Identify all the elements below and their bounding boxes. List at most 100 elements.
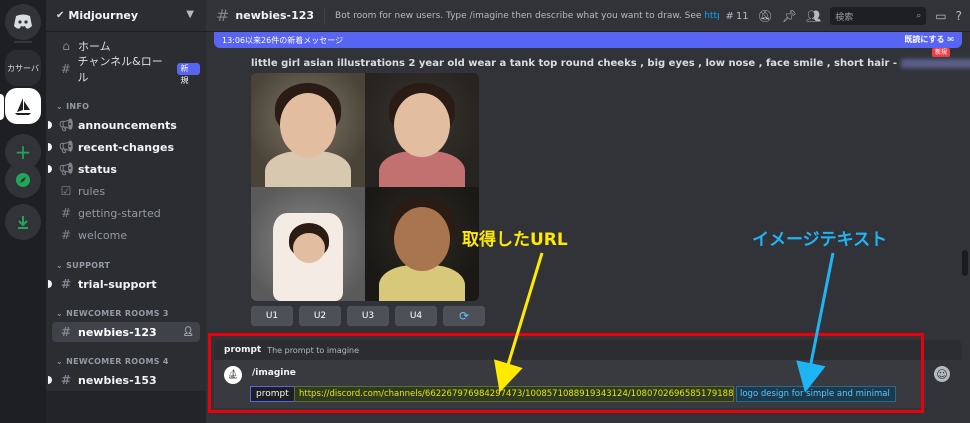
- rail-separator: [14, 41, 32, 43]
- channel-title: newbies-123: [235, 9, 315, 22]
- sidebar-item-label: trial-support: [78, 277, 157, 291]
- category-label: NEWCOMER ROOMS 4: [66, 357, 169, 366]
- new-badge: 新規: [176, 63, 200, 85]
- category-label: NEWCOMER ROOMS 3: [66, 309, 169, 318]
- scrollbar-thumb[interactable]: [962, 250, 968, 276]
- unread-indicator: [48, 280, 52, 288]
- megaphone-icon: 📢︎: [58, 140, 74, 154]
- sidebar-item-status[interactable]: 📢︎ status: [48, 159, 200, 179]
- unread-indicator: [48, 376, 52, 384]
- sidebar-item-label: チャンネル&ロール: [77, 55, 163, 84]
- chevron-down-icon: ▼: [186, 9, 194, 20]
- reroll-refresh-icon[interactable]: ⟳: [443, 306, 485, 326]
- sidebar-item-trial-support[interactable]: # trial-support: [48, 274, 200, 294]
- generated-image-1[interactable]: [251, 73, 365, 187]
- mark-as-read-button[interactable]: 既読にする ✉︎: [904, 34, 954, 45]
- sidebar-item-label: ホーム: [78, 40, 111, 53]
- search-icon: ⌕: [916, 11, 922, 21]
- sidebar-item-label: announcements: [78, 118, 177, 132]
- channel-topic[interactable]: Bot room for new users. Type /imagine th…: [335, 11, 719, 21]
- hash-icon: #: [60, 373, 72, 387]
- threads-icon: #: [725, 10, 734, 22]
- generated-image-2[interactable]: [365, 73, 479, 187]
- sidebar-item-announcements[interactable]: 📢︎ announcements: [48, 115, 200, 135]
- emoji-picker-icon[interactable]: ☺: [934, 366, 950, 382]
- threads-button[interactable]: #11: [725, 11, 748, 22]
- discord-home-icon[interactable]: [5, 4, 41, 40]
- sidebar-item-label: recent-changes: [78, 140, 175, 154]
- home-icon: ⌂: [62, 39, 70, 53]
- unread-indicator: [48, 121, 52, 129]
- sidebar-item-getting-started[interactable]: # getting-started: [52, 203, 200, 223]
- new-messages-text: 13:06以来26件の新着メッセージ: [222, 35, 344, 45]
- header-toolbar: #11 🔕︎ 📌︎ 👥︎ 検索 ⌕ ▭ ?: [725, 0, 962, 32]
- add-member-icon[interactable]: 👤︎: [183, 327, 194, 337]
- midjourney-server-icon[interactable]: [5, 88, 41, 124]
- header-divider: [324, 6, 326, 25]
- hash-icon: #: [60, 206, 72, 220]
- category-label: SUPPORT: [66, 261, 111, 270]
- upscale-buttons: U1 U2 U3 U4 ⟳: [251, 306, 485, 326]
- sidebar-item-label: getting-started: [78, 206, 161, 220]
- server-icon-text[interactable]: カサーバ: [5, 50, 41, 86]
- member-list-icon[interactable]: 👥︎: [806, 9, 821, 23]
- megaphone-icon: 📢︎: [58, 118, 74, 132]
- image-grid[interactable]: [251, 73, 479, 301]
- guild-name: Midjourney: [68, 9, 139, 22]
- sidebar-item-welcome[interactable]: # welcome: [52, 225, 200, 245]
- explore-compass-icon[interactable]: [5, 162, 41, 198]
- hash-icon: #: [60, 325, 72, 339]
- upscale-button-2[interactable]: U2: [299, 306, 341, 326]
- download-icon[interactable]: [5, 204, 41, 240]
- category-label: INFO: [66, 102, 90, 111]
- server-icon-label: カサーバ: [7, 63, 39, 73]
- search-input[interactable]: 検索 ⌕: [830, 7, 927, 25]
- generated-image-3[interactable]: [251, 187, 365, 301]
- sidebar-item-label: newbies-153: [78, 373, 157, 387]
- channel-header: # newbies-123 Bot room for new users. Ty…: [206, 0, 970, 32]
- hash-icon: #: [216, 6, 230, 25]
- sidebar-item-label: newbies-123: [78, 325, 157, 339]
- unread-indicator: [48, 165, 52, 173]
- mute-bell-icon[interactable]: 🔕︎: [758, 9, 773, 23]
- sidebar-item-label: rules: [78, 184, 106, 198]
- pin-icon[interactable]: 📌︎: [782, 9, 797, 23]
- hash-icon: #: [60, 228, 72, 242]
- annotation-text-label: イメージテキスト: [752, 230, 888, 250]
- new-divider-tag: 新規: [931, 48, 950, 57]
- new-messages-bar[interactable]: 13:06以来26件の新着メッセージ 既読にする ✉︎: [214, 32, 962, 48]
- category-support[interactable]: ⌄ SUPPORT: [56, 261, 110, 270]
- message-prompt-text: little girl asian illustrations 2 year o…: [251, 58, 970, 69]
- highlight-box: [208, 333, 924, 413]
- annotation-url-label: 取得したURL: [462, 230, 568, 250]
- category-info[interactable]: ⌄ INFO: [56, 102, 89, 111]
- inbox-icon[interactable]: ▭: [935, 9, 946, 23]
- upscale-button-1[interactable]: U1: [251, 306, 293, 326]
- help-icon[interactable]: ?: [956, 9, 962, 23]
- user-panel: [46, 391, 206, 423]
- upscale-button-3[interactable]: U3: [347, 306, 389, 326]
- sidebar-item-newbies-153[interactable]: # newbies-153: [48, 370, 200, 390]
- channel-sidebar: ✔ Midjourney ▼ ⌂ ホーム # チャンネル&ロール 新規 ⌄ IN…: [46, 0, 206, 423]
- upscale-button-4[interactable]: U4: [395, 306, 437, 326]
- search-placeholder: 検索: [835, 12, 854, 23]
- threads-count: 11: [735, 10, 749, 22]
- sidebar-item-rules[interactable]: ☑ rules: [52, 181, 200, 201]
- topic-text: Bot room for new users. Type /imagine th…: [335, 10, 705, 21]
- category-newcomer-rooms-4[interactable]: ⌄ NEWCOMER ROOMS 4: [56, 357, 169, 366]
- sidebar-item-channels-roles[interactable]: # チャンネル&ロール 新規: [52, 55, 200, 85]
- megaphone-icon: 📢︎: [58, 162, 74, 176]
- sidebar-item-label: welcome: [78, 228, 128, 242]
- verified-check-icon: ✔: [56, 10, 65, 21]
- channels-roles-icon: #: [60, 62, 71, 76]
- active-server-pill: [0, 94, 4, 120]
- guild-header[interactable]: ✔ Midjourney ▼: [46, 0, 206, 32]
- sidebar-item-label: status: [78, 162, 117, 176]
- prompt-text: little girl asian illustrations 2 year o…: [251, 58, 898, 69]
- category-newcomer-rooms-3[interactable]: ⌄ NEWCOMER ROOMS 3: [56, 309, 169, 318]
- sidebar-item-newbies-123[interactable]: # newbies-123 👤︎: [52, 322, 200, 342]
- rules-checkbox-icon: ☑: [60, 184, 72, 198]
- sidebar-item-recent-changes[interactable]: 📢︎ recent-changes: [48, 137, 200, 157]
- topic-link[interactable]: https://docs....: [704, 11, 719, 21]
- mark-as-read-label: 既読にする: [904, 35, 945, 44]
